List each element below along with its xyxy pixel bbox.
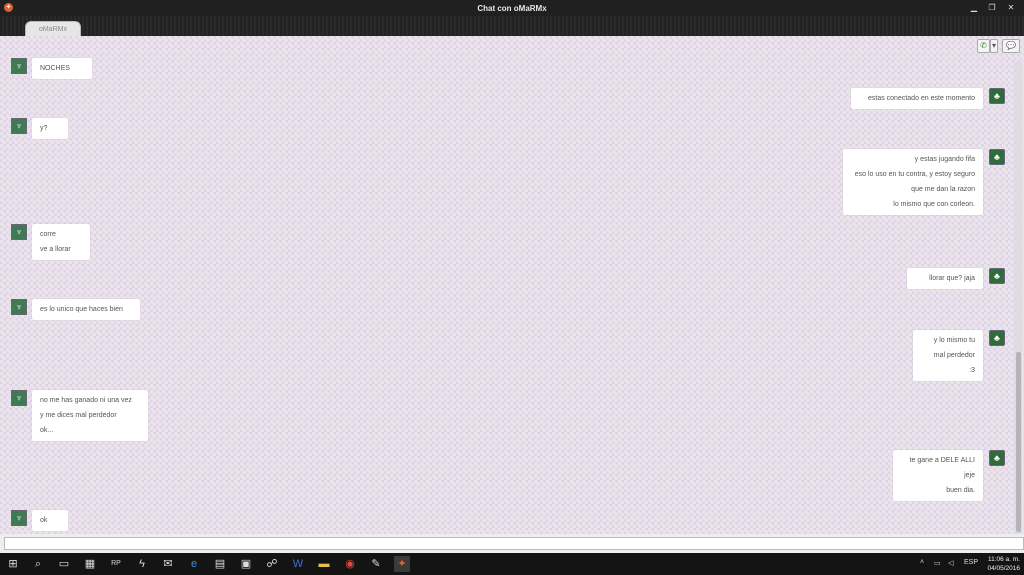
message-text: ok... bbox=[40, 427, 54, 434]
search-icon[interactable]: ⌕ bbox=[30, 556, 46, 572]
word-icon[interactable]: W bbox=[290, 556, 306, 572]
message-text: estas conectado en este momento bbox=[867, 95, 975, 102]
call-icon[interactable]: ✆ bbox=[977, 39, 990, 53]
network-tray-icon[interactable]: ▭ bbox=[934, 559, 941, 567]
contact-avatar[interactable]: ♆ bbox=[11, 299, 27, 315]
message-bubble: corre ve a llorar bbox=[32, 224, 90, 260]
message-bubble: es lo unico que haces bien bbox=[32, 299, 140, 320]
message-text: corre bbox=[40, 231, 56, 238]
contact-avatar[interactable]: ♆ bbox=[11, 510, 27, 526]
contact-avatar[interactable]: ♆ bbox=[11, 58, 27, 74]
language-indicator[interactable]: ESP bbox=[964, 559, 978, 566]
close-button[interactable]: ✕ bbox=[1005, 2, 1017, 14]
message-bubble: llorar que? jaja bbox=[907, 268, 983, 289]
own-avatar[interactable]: ♣ bbox=[989, 268, 1005, 284]
chat-app-icon[interactable]: ✦ bbox=[394, 556, 410, 572]
explorer-icon[interactable]: ▣ bbox=[238, 556, 254, 572]
tray-up-icon[interactable]: ˄ bbox=[920, 559, 924, 566]
edge-icon[interactable]: e bbox=[186, 556, 202, 572]
title-bar: ✦ Chat con oMaRMx ▁ ❐ ✕ bbox=[0, 0, 1024, 16]
minimize-button[interactable]: ▁ bbox=[968, 2, 980, 14]
contact-avatar[interactable]: ♆ bbox=[11, 390, 27, 406]
message-bubble: estas conectado en este momento bbox=[851, 88, 983, 109]
chat-options-icon[interactable]: 💬 bbox=[1002, 39, 1020, 53]
message-text: eso lo uso en tu contra, y estoy seguro bbox=[854, 171, 975, 178]
start-icon[interactable]: ⊞ bbox=[5, 556, 21, 572]
message-bubble: te gane a DELE ALLI jeje buen dia. bbox=[893, 450, 983, 501]
message-text: y estas jugando fifa bbox=[914, 156, 975, 163]
message-bubble: y lo mismo tu mal perdedor :3 bbox=[913, 330, 983, 381]
input-bar bbox=[0, 534, 1024, 553]
scrollbar-thumb[interactable] bbox=[1016, 352, 1021, 532]
message-input[interactable] bbox=[4, 537, 1024, 550]
own-avatar[interactable]: ♣ bbox=[989, 330, 1005, 346]
clock-time: 11:06 a. m. bbox=[987, 556, 1020, 563]
own-avatar[interactable]: ♣ bbox=[989, 450, 1005, 466]
message-text: es lo unico que haces bien bbox=[40, 306, 123, 313]
contact-avatar[interactable]: ♆ bbox=[11, 224, 27, 240]
mail-icon[interactable]: ✉ bbox=[160, 556, 176, 572]
message-text: ve a llorar bbox=[40, 246, 71, 253]
message-text: y lo mismo tu bbox=[933, 337, 975, 344]
message-text: ok bbox=[40, 517, 48, 524]
message-bubble: ok bbox=[32, 510, 68, 531]
own-avatar[interactable]: ♣ bbox=[989, 88, 1005, 104]
contact-avatar[interactable]: ♆ bbox=[11, 118, 27, 134]
window-title: Chat con oMaRMx bbox=[477, 4, 547, 13]
message-text: lo mismo que con corleon. bbox=[893, 201, 975, 208]
store-icon[interactable]: ▦ bbox=[82, 556, 98, 572]
tab-chat[interactable]: oMaRMx bbox=[25, 21, 81, 37]
clock[interactable]: 11:06 a. m. 04/05/2016 bbox=[978, 555, 1020, 573]
taskbar: ⊞ ⌕ ▭ ▦ RP ϟ ✉ e ▤ ▣ ☍ W ▬ ◉ ✎ ✦ ˄ ▭ ◁ E… bbox=[0, 553, 1024, 575]
network-icon[interactable]: ☍ bbox=[264, 556, 280, 572]
message-bubble: NOCHES bbox=[32, 58, 92, 79]
message-text: llorar que? jaja bbox=[929, 275, 975, 282]
chat-area: ✆ ▾ 💬 ♆ NOCHES ♣ estas conectado en este mo… bbox=[0, 36, 1024, 534]
own-avatar[interactable]: ♣ bbox=[989, 149, 1005, 165]
message-text: y? bbox=[40, 125, 48, 132]
message-text: que me dan la razon bbox=[911, 186, 975, 193]
flash-icon[interactable]: ϟ bbox=[134, 556, 150, 572]
restore-button[interactable]: ❐ bbox=[986, 2, 998, 14]
calculator-icon[interactable]: ▤ bbox=[212, 556, 228, 572]
message-text: buen dia. bbox=[946, 487, 975, 494]
message-text: jeje bbox=[964, 472, 975, 479]
message-text: no me has ganado ni una vez bbox=[40, 397, 132, 404]
chrome-icon[interactable]: ◉ bbox=[342, 556, 358, 572]
message-text: :3 bbox=[969, 367, 975, 374]
folder-icon[interactable]: ▬ bbox=[316, 556, 332, 572]
message-text: y me dices mal perdedor bbox=[40, 412, 117, 419]
call-dropdown-icon[interactable]: ▾ bbox=[990, 39, 998, 53]
volume-icon[interactable]: ◁ bbox=[948, 559, 953, 567]
tab-strip: oMaRMx bbox=[0, 16, 1024, 37]
message-text: NOCHES bbox=[40, 65, 70, 72]
message-text: te gane a DELE ALLI bbox=[909, 457, 975, 464]
rp-icon[interactable]: RP bbox=[108, 556, 124, 572]
message-bubble: no me has ganado ni una vez y me dices ma… bbox=[32, 390, 148, 441]
task-view-icon[interactable]: ▭ bbox=[56, 556, 72, 572]
message-bubble: y? bbox=[32, 118, 68, 139]
message-bubble: y estas jugando fifa eso lo uso en tu con… bbox=[843, 149, 983, 215]
message-text: mal perdedor bbox=[933, 352, 975, 359]
tool-icon[interactable]: ✎ bbox=[368, 556, 384, 572]
clock-date: 04/05/2016 bbox=[987, 565, 1020, 572]
chat-scrollbar[interactable] bbox=[1015, 62, 1022, 534]
